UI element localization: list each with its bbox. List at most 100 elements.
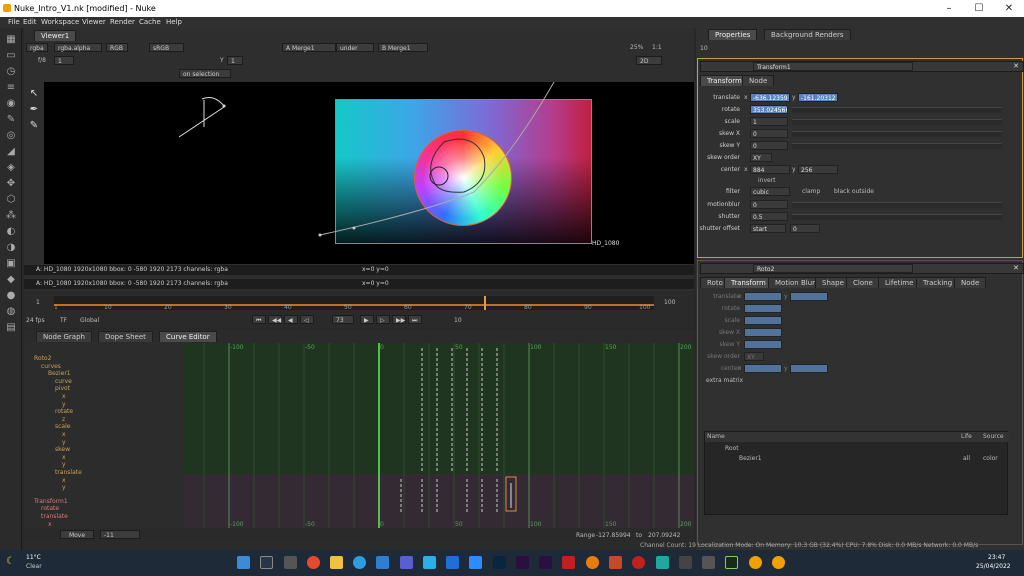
prev-key-button[interactable]: ◀◀ (268, 315, 282, 324)
search-icon[interactable] (260, 556, 273, 569)
close-panel-icon[interactable]: ✕ (1013, 264, 1019, 272)
menu-render[interactable]: Render (110, 18, 135, 26)
curve-tree-item[interactable]: rotate (41, 505, 59, 512)
center-x-field[interactable]: 884 (750, 165, 790, 174)
scale-slider[interactable] (792, 119, 1002, 125)
curve-tree-item[interactable]: z (62, 416, 65, 423)
curve-tree-item[interactable]: x (62, 454, 66, 461)
skew-order-select[interactable]: XY (750, 153, 772, 162)
extra-matrix-toggle[interactable]: extra matrix (706, 376, 743, 385)
curve-tree-item[interactable]: y (62, 461, 66, 468)
close-button[interactable]: ✕ (994, 0, 1024, 17)
skew-x-field[interactable]: 0 (750, 129, 788, 138)
invert-checkbox[interactable]: invert (758, 176, 776, 185)
shutter-offset-select[interactable]: start (750, 224, 786, 233)
plugin-icon[interactable]: ▤ (5, 322, 17, 334)
tab-lifetime[interactable]: Lifetime (878, 277, 921, 288)
play-back-button[interactable]: ◁ (300, 315, 314, 324)
panel-count[interactable]: 10 (700, 44, 708, 53)
curve-tree-item[interactable]: curve (55, 378, 72, 385)
timeline-start[interactable]: 1 (36, 298, 40, 307)
skype-icon[interactable] (423, 556, 436, 569)
range-to[interactable]: 207.09242 (648, 531, 680, 540)
selection-mode-select[interactable]: on selection (179, 69, 231, 78)
roto-center-y-field[interactable] (790, 364, 828, 373)
range-from[interactable]: -127.85994 (596, 531, 631, 540)
toolsets-icon[interactable]: ◆ (5, 274, 17, 286)
layer-select[interactable]: rgba.alpha (54, 43, 102, 52)
bezier-tool-icon[interactable]: ✒ (28, 104, 40, 116)
curve-tree-item[interactable]: Transform1 (34, 498, 68, 505)
filter-select[interactable]: cubic (750, 187, 790, 196)
tab-roto-transform[interactable]: Transform (724, 277, 773, 288)
curve-tree-item[interactable]: y (62, 401, 66, 408)
global-select[interactable]: Global (80, 316, 99, 325)
scale-field[interactable]: 1 (750, 117, 788, 126)
skew-y-slider[interactable] (792, 143, 1002, 149)
powerpoint-icon[interactable] (609, 556, 622, 569)
transform-icon[interactable]: ✥ (5, 178, 17, 190)
step-back-button[interactable]: ◀ (284, 315, 298, 324)
play-button[interactable]: ▶ (360, 315, 374, 324)
minimize-button[interactable]: – (934, 0, 964, 17)
curve-tree-item[interactable]: translate (55, 469, 82, 476)
roto-skew-x-field[interactable] (744, 328, 782, 337)
frame-field[interactable]: 1 (54, 56, 74, 65)
curve-tree-item[interactable]: pivot (55, 385, 70, 392)
tab-background-renders[interactable]: Background Renders (764, 29, 851, 40)
ratio-readout[interactable]: 1:1 (652, 43, 662, 52)
select-tool-icon[interactable]: ↖ (28, 88, 40, 100)
next-key-button[interactable]: ▶▶ (392, 315, 406, 324)
notepad-icon[interactable] (679, 556, 692, 569)
zoom-icon[interactable] (469, 556, 482, 569)
move-mode-button[interactable]: Move (60, 530, 94, 539)
shutter-field[interactable]: 0.5 (750, 212, 788, 221)
roto-scale-field[interactable] (744, 316, 782, 325)
curve-tree-item[interactable]: y (62, 484, 66, 491)
motionblur-field[interactable]: 0 (750, 200, 788, 209)
teams-icon[interactable] (400, 556, 413, 569)
channel-icon[interactable]: ≡ (5, 82, 17, 94)
nukex-taskbar-icon[interactable] (772, 556, 785, 569)
curve-tree-item[interactable]: skew (55, 446, 70, 453)
curve-tree-item[interactable]: Roto2 (34, 355, 51, 362)
file-explorer-icon[interactable] (330, 556, 343, 569)
particles-icon[interactable]: ⁂ (5, 210, 17, 222)
shape-row-bezier1[interactable]: Bezier1 all color (705, 454, 1009, 463)
curve-tree-item[interactable]: translate (41, 513, 68, 520)
channels-select[interactable]: rgba (26, 43, 48, 52)
chrome-icon[interactable] (307, 556, 320, 569)
tab-tracking[interactable]: Tracking (916, 277, 960, 288)
clock-date[interactable]: 25/04/2022 (976, 563, 1011, 570)
roto-skew-order-select[interactable]: XY (744, 352, 764, 361)
fps-select[interactable]: 24 fps (26, 316, 45, 325)
3d-icon[interactable]: ⬡ (5, 194, 17, 206)
maya-icon[interactable] (656, 556, 669, 569)
tab-properties[interactable]: Properties (708, 29, 758, 40)
close-panel-icon[interactable]: ✕ (1013, 62, 1019, 70)
shutter-offset-field[interactable]: 0 (790, 224, 820, 233)
curve-graph[interactable]: -100 -50 0 50 100 150 200 -100 -50 0 50 … (184, 343, 694, 528)
other-icon[interactable]: ● (5, 290, 17, 302)
color-icon[interactable]: ◉ (5, 98, 17, 110)
views-icon[interactable]: ◑ (5, 242, 17, 254)
clamp-checkbox[interactable]: clamp (802, 187, 820, 196)
davinci-icon[interactable] (562, 556, 575, 569)
viewer-canvas[interactable]: HD_1080 (44, 82, 694, 264)
nuke-taskbar-icon[interactable] (749, 556, 762, 569)
merge-icon[interactable]: ◈ (5, 162, 17, 174)
timeline-ruler[interactable]: 1 10 20 30 40 50 60 70 80 90 100 (54, 296, 654, 311)
rotate-field[interactable]: 353.024566 (750, 105, 788, 114)
menu-workspace[interactable]: Workspace (41, 18, 79, 26)
curve-tree-item[interactable]: Bezier1 (48, 370, 71, 377)
grid-icon[interactable]: ▦ (5, 34, 17, 46)
roto2-name[interactable]: Roto2 (753, 264, 913, 273)
translate-y-field[interactable]: -161.20312 (798, 93, 838, 102)
current-frame-field[interactable]: 73 (332, 315, 354, 324)
keyer-icon[interactable]: ◢ (5, 146, 17, 158)
rgb-select[interactable]: RGB (106, 43, 128, 52)
deep-icon[interactable]: ◐ (5, 226, 17, 238)
mail-icon[interactable] (376, 556, 389, 569)
skew-x-slider[interactable] (792, 131, 1002, 137)
move-value-field[interactable]: -11 (100, 530, 140, 539)
